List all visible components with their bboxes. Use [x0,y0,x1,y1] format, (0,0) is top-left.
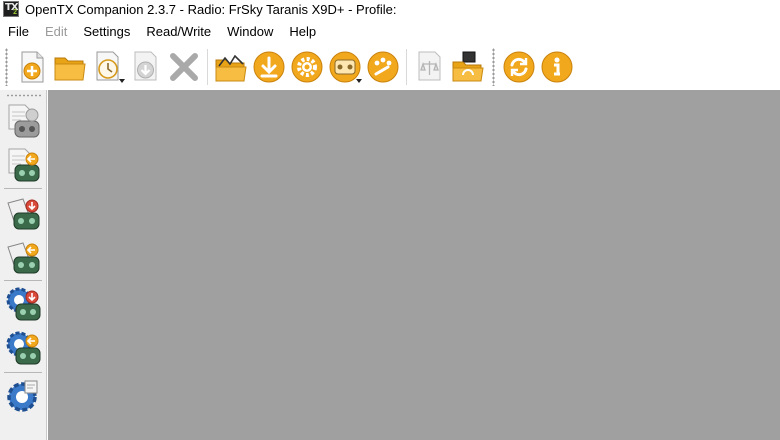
read-models-from-radio-icon [8,104,40,138]
main-toolbar [0,44,780,90]
left-toolbar [0,90,47,440]
radio-settings-button[interactable] [4,376,44,416]
download-icon [253,51,285,83]
compare-models-button[interactable] [411,47,449,87]
menu-settings[interactable]: Settings [75,24,138,39]
info-icon [541,51,573,83]
write-models-to-radio-icon [8,148,40,182]
toolbar-separator [207,49,208,85]
toolbar-separator [4,372,42,373]
menu-file[interactable]: File [0,24,37,39]
radio-settings-icon [7,380,38,412]
update-check-icon [503,51,535,83]
download-button[interactable] [250,47,288,87]
menu-help[interactable]: Help [281,24,324,39]
opentx-app-icon: TX 2 [3,1,19,17]
toolbar-separator [4,280,42,281]
menu-bar: File Edit Settings Read/Write Window Hel… [0,20,780,42]
menu-edit[interactable]: Edit [37,24,75,39]
about-button[interactable] [538,47,576,87]
dropdown-arrow-icon [356,79,362,83]
close-x-icon [170,53,198,81]
menu-window[interactable]: Window [219,24,281,39]
palette-icon [367,51,399,83]
settings-button[interactable] [288,47,326,87]
toolbar-separator [406,49,407,85]
open-button[interactable] [51,47,89,87]
backup-radio-button[interactable] [4,285,44,325]
open-folder-icon [54,57,86,81]
read-models-button[interactable] [4,102,44,142]
recent-files-button[interactable] [89,47,127,87]
toolbar-grip[interactable] [6,94,42,97]
appearance-button[interactable] [364,47,402,87]
new-document-icon [21,51,44,83]
backup-radio-icon [6,287,41,321]
open-logs-icon [215,54,247,82]
restore-radio-icon [6,331,41,365]
sd-sync-button[interactable] [449,47,487,87]
gear-icon [291,51,323,83]
toolbar-separator [4,188,42,189]
radio-profile-button[interactable] [326,47,364,87]
write-firmware-to-radio-icon [7,242,40,274]
toolbar-grip[interactable] [5,48,8,86]
restore-radio-button[interactable] [4,329,44,369]
read-firmware-button[interactable] [4,194,44,234]
dropdown-arrow-icon [119,79,125,83]
close-button[interactable] [165,47,203,87]
new-button[interactable] [13,47,51,87]
compare-icon [418,51,441,81]
check-updates-button[interactable] [500,47,538,87]
title-bar: TX 2 OpenTX Companion 2.3.7 - Radio: FrS… [0,0,780,18]
write-models-button[interactable] [4,146,44,186]
save-button[interactable] [127,47,165,87]
read-firmware-from-radio-icon [7,198,40,230]
open-logs-button[interactable] [212,47,250,87]
write-firmware-button[interactable] [4,238,44,278]
save-icon [134,51,157,81]
sd-sync-icon [452,51,484,82]
toolbar-grip[interactable] [492,48,495,86]
mdi-workspace[interactable] [48,90,780,440]
window-title: OpenTX Companion 2.3.7 - Radio: FrSky Ta… [25,1,397,17]
menu-read-write[interactable]: Read/Write [138,24,219,39]
